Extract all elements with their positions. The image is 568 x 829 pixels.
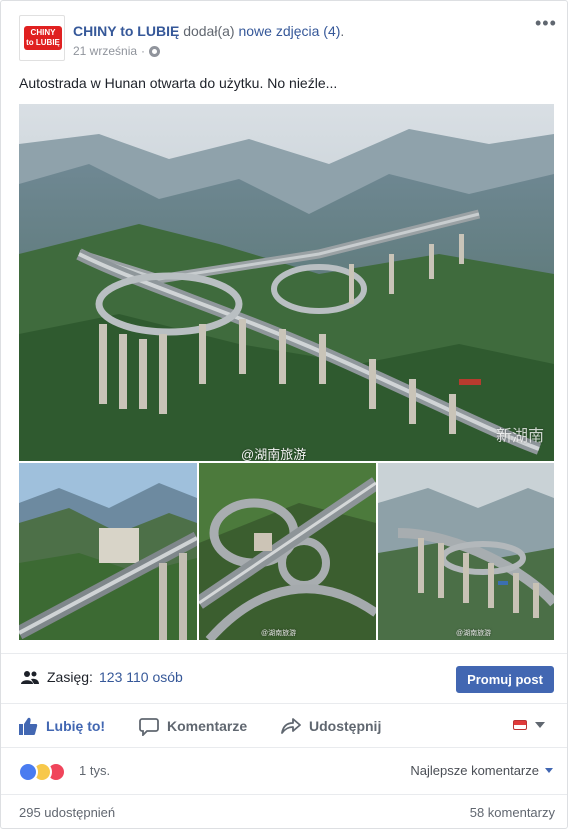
post-header: CHINY to LUBIĘ CHINY to LUBIĘ dodał(a) no… — [19, 14, 556, 65]
chevron-down-icon — [545, 768, 553, 773]
reach-value[interactable]: 123 110 osób — [99, 669, 183, 685]
more-options-icon[interactable]: ••• — [535, 14, 556, 32]
comment-label: Komentarze — [167, 718, 248, 734]
like-label: Lubię to! — [46, 718, 106, 734]
comment-icon — [139, 718, 159, 736]
avatar-logo: CHINY to LUBIĘ — [24, 26, 62, 50]
photos-link[interactable]: nowe zdjęcia (4) — [238, 23, 340, 39]
post-card: CHINY to LUBIĘ CHINY to LUBIĘ dodał(a) no… — [0, 0, 568, 829]
author-name[interactable]: CHINY to LUBIĘ — [73, 23, 179, 39]
action-text: dodał(a) nowe zdjęcia (4). — [183, 23, 345, 39]
highway-photo-2 — [199, 463, 376, 640]
share-icon — [281, 718, 301, 734]
reactions-row: 1 tys. Najlepsze komentarze — [1, 747, 567, 794]
thumb-2-watermark: @湖南旅游 — [261, 630, 297, 637]
chevron-down-icon — [535, 722, 545, 728]
action-bar: Lubię to! Komentarze Udostępnij — [1, 703, 567, 747]
highway-photo-1 — [19, 463, 197, 640]
globe-icon[interactable] — [149, 45, 161, 57]
photo-thumb-2[interactable]: @湖南旅游 — [199, 463, 376, 640]
like-button[interactable]: Lubię to! — [18, 716, 105, 736]
comment-sort-dropdown[interactable]: Najlepsze komentarze — [410, 763, 553, 778]
main-watermark: @湖南旅游 — [241, 447, 307, 461]
author-line: CHINY to LUBIĘ dodał(a) nowe zdjęcia (4)… — [73, 23, 344, 39]
people-icon — [21, 671, 39, 684]
photo-thumb-1[interactable] — [19, 463, 197, 640]
photo-main[interactable]: @湖南旅游 新湖南 — [19, 104, 554, 461]
comment-button[interactable]: Komentarze — [139, 716, 247, 736]
post-meta: 21 września · — [73, 44, 161, 58]
like-reaction-icon — [18, 762, 38, 782]
page-voice-selector[interactable] — [513, 720, 545, 730]
photo-thumb-3[interactable]: @湖南旅游 — [378, 463, 554, 640]
post-date[interactable]: 21 września — [73, 44, 137, 58]
thumb-3-watermark: @湖南旅游 — [456, 630, 492, 637]
thumbs-up-icon — [19, 717, 38, 735]
comment-sort-label: Najlepsze komentarze — [410, 763, 539, 778]
reach-label: Zasięg: — [47, 669, 93, 685]
promote-post-button[interactable]: Promuj post — [456, 666, 554, 693]
reach-row: Zasięg: 123 110 osób Promuj post — [1, 653, 567, 703]
stats-row: 295 udostępnień 58 komentarzy — [1, 794, 567, 828]
highway-photo-3 — [378, 463, 554, 640]
comments-count[interactable]: 58 komentarzy — [470, 805, 555, 820]
shares-count[interactable]: 295 udostępnień — [19, 805, 115, 820]
flag-icon — [513, 720, 527, 730]
reaction-count[interactable]: 1 tys. — [79, 763, 110, 778]
reaction-icons[interactable] — [18, 762, 76, 782]
page-avatar[interactable]: CHINY to LUBIĘ — [19, 15, 65, 61]
share-button[interactable]: Udostępnij — [281, 716, 381, 736]
corner-watermark: 新湖南 — [495, 428, 544, 445]
post-text: Autostrada w Hunan otwarta do użytku. No… — [19, 75, 338, 91]
meta-separator: · — [141, 44, 146, 58]
highway-photo-main — [19, 104, 554, 461]
share-label: Udostępnij — [309, 718, 382, 734]
